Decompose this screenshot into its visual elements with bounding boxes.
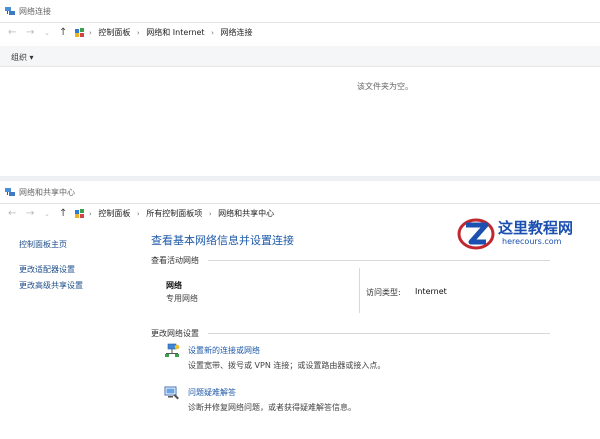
- back-arrow-icon[interactable]: ←: [8, 208, 16, 220]
- network-setup-icon: [165, 343, 180, 357]
- section-rule: [208, 333, 550, 334]
- breadcrumb: › 控制面板 › 网络和 Internet › 网络连接: [88, 27, 255, 39]
- setup-new-connection-link[interactable]: 设置新的连接或网络: [188, 345, 260, 356]
- breadcrumb-item[interactable]: 控制面板: [98, 28, 130, 37]
- forward-arrow-icon[interactable]: →: [26, 208, 34, 220]
- vertical-divider: [359, 268, 360, 313]
- network-profile: 专用网络: [166, 294, 198, 303]
- window-title: 网络连接: [19, 7, 51, 16]
- section-heading-active-networks: 查看活动网络: [151, 256, 199, 265]
- navigation-bar: ← → ⌄ ↑ › 控制面板 › 网络和 Internet › 网络连接: [0, 22, 600, 44]
- network-connections-icon: [5, 7, 15, 15]
- window-title: 网络和共享中心: [19, 188, 75, 197]
- access-type-label: 访问类型:: [366, 288, 401, 297]
- watermark-title: 这里教程网: [498, 219, 574, 237]
- sidebar-link-change-sharing[interactable]: 更改高级共享设置: [19, 280, 83, 291]
- breadcrumb-item[interactable]: 控制面板: [98, 209, 130, 218]
- setup-new-connection-description: 设置宽带、拨号或 VPN 连接；或设置路由器或接入点。: [188, 361, 386, 370]
- breadcrumb-separator-icon: ›: [211, 29, 214, 37]
- title-bar: 网络连接: [0, 0, 600, 22]
- breadcrumb-item[interactable]: 网络连接: [220, 28, 252, 37]
- watermark: 这里教程网 herecours.com: [452, 214, 598, 254]
- network-connections-window: 网络连接 ← → ⌄ ↑ › 控制面板 › 网络和 Internet › 网络连…: [0, 0, 600, 176]
- control-panel-icon: [75, 209, 84, 218]
- sidebar-link-control-panel-home[interactable]: 控制面板主页: [19, 239, 67, 250]
- watermark-url: herecours.com: [502, 237, 562, 246]
- troubleshoot-icon: [164, 386, 179, 400]
- up-arrow-icon[interactable]: ↑: [59, 208, 67, 220]
- watermark-logo-icon: [457, 218, 495, 250]
- troubleshoot-problems-link[interactable]: 问题疑难解答: [188, 387, 236, 398]
- breadcrumb-separator-icon: ›: [136, 210, 140, 218]
- section-rule: [208, 260, 550, 261]
- forward-arrow-icon[interactable]: →: [26, 27, 34, 39]
- control-panel-icon: [75, 28, 84, 37]
- recent-locations-chevron-icon[interactable]: ⌄: [44, 27, 50, 39]
- empty-folder-message: 该文件夹为空。: [357, 82, 413, 91]
- title-bar: 网络和共享中心: [0, 181, 600, 203]
- sidebar-link-change-adapter[interactable]: 更改适配器设置: [19, 264, 75, 275]
- section-heading-change-settings: 更改网络设置: [151, 329, 199, 338]
- breadcrumb: › 控制面板 › 所有控制面板项 › 网络和共享中心: [88, 208, 277, 220]
- breadcrumb-item[interactable]: 网络和 Internet: [146, 28, 204, 37]
- breadcrumb-separator-icon: ›: [136, 29, 140, 37]
- up-arrow-icon[interactable]: ↑: [59, 27, 67, 39]
- breadcrumb-separator-icon: ›: [208, 210, 212, 218]
- network-sharing-icon: [5, 188, 15, 196]
- command-bar: 组织 ▾: [0, 46, 600, 67]
- page-title: 查看基本网络信息并设置连接: [151, 234, 294, 247]
- back-arrow-icon[interactable]: ←: [8, 27, 16, 39]
- organize-button[interactable]: 组织 ▾: [11, 52, 34, 63]
- troubleshoot-problems-description: 诊断并修复网络问题，或者获得疑难解答信息。: [188, 403, 356, 412]
- breadcrumb-item[interactable]: 网络和共享中心: [218, 209, 274, 218]
- breadcrumb-item[interactable]: 所有控制面板项: [146, 209, 202, 218]
- breadcrumb-separator-icon: ›: [89, 29, 92, 37]
- access-type-value: Internet: [415, 287, 447, 296]
- breadcrumb-separator-icon: ›: [89, 210, 92, 218]
- network-name: 网络: [166, 281, 182, 290]
- recent-locations-chevron-icon[interactable]: ⌄: [44, 208, 50, 220]
